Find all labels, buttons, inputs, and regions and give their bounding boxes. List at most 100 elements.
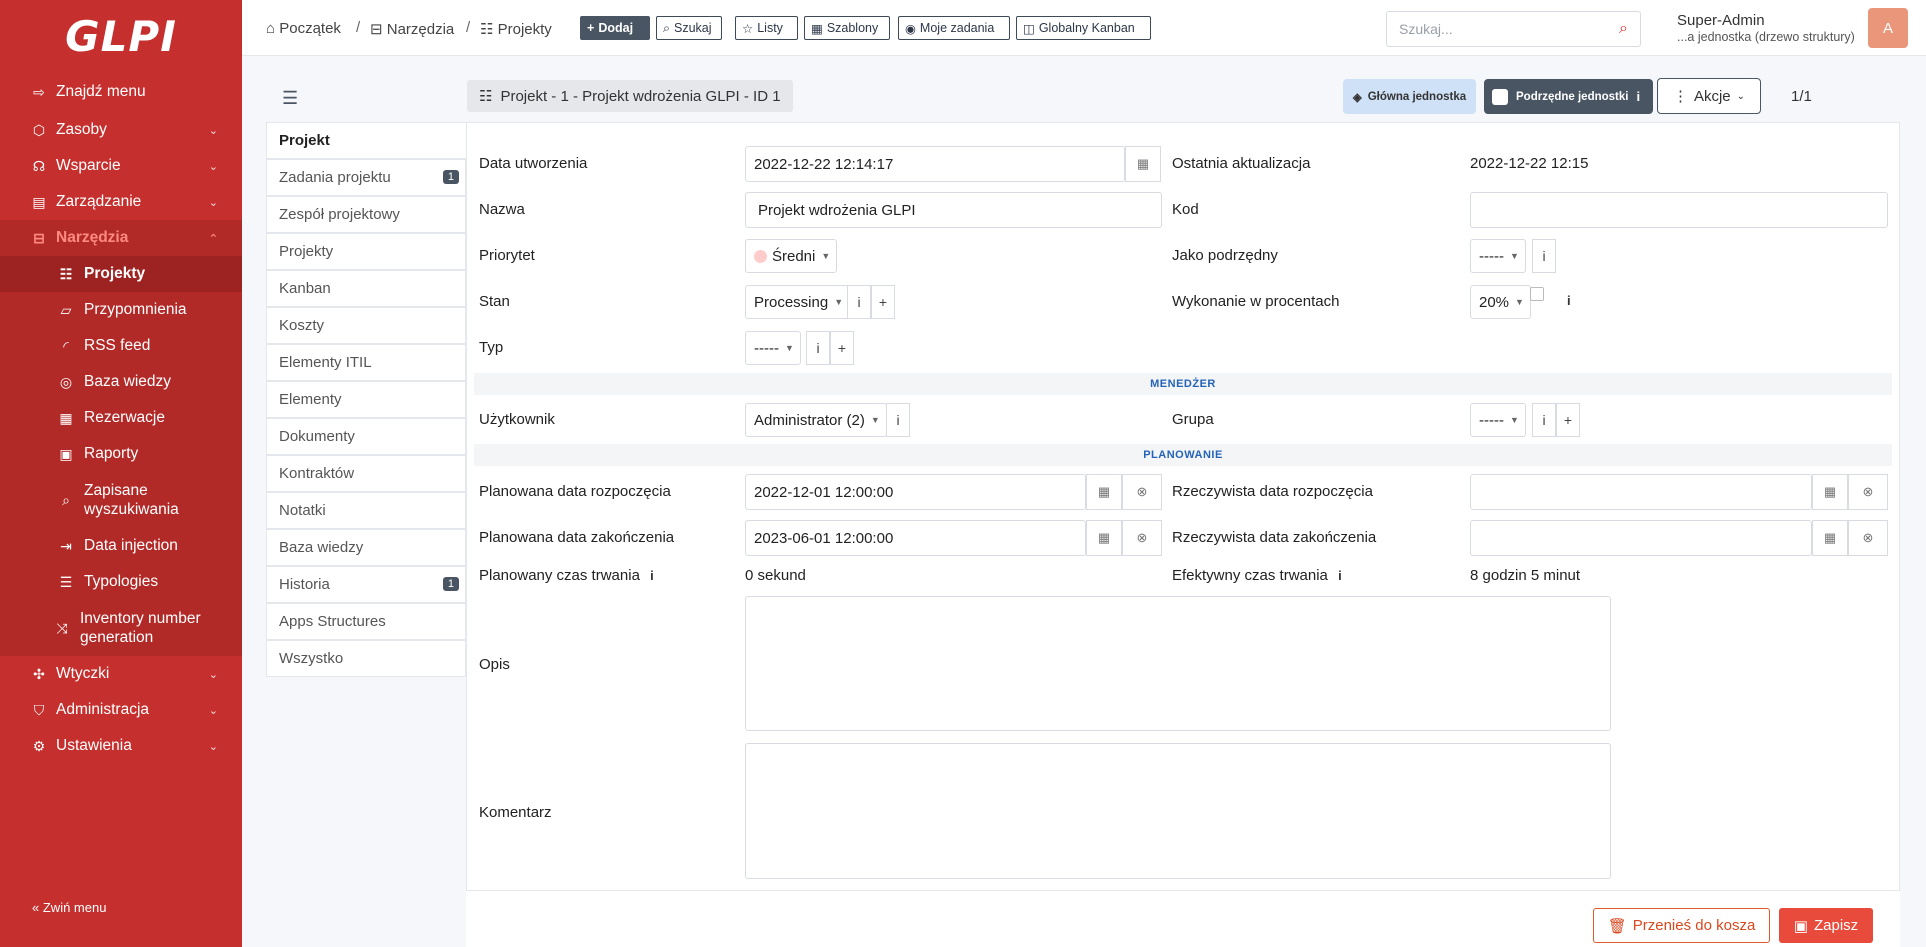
calendar-icon[interactable]: ▦	[1086, 520, 1122, 556]
creation-date-field[interactable]: 2022-12-22 12:14:17	[745, 146, 1125, 182]
tab-elements[interactable]: Elementy	[266, 381, 466, 418]
real-end-input[interactable]	[1470, 520, 1812, 556]
sidebar-subitem-saved-searches[interactable]: ⌕ Zapisane wyszukiwania	[0, 472, 242, 528]
tab-contracts[interactable]: Kontraktów	[266, 455, 466, 492]
code-input[interactable]	[1470, 192, 1888, 228]
state-select[interactable]: Processing ▼	[745, 285, 851, 319]
tab-notes[interactable]: Notatki	[266, 492, 466, 529]
info-icon[interactable]: i	[1532, 239, 1556, 273]
main-entity-button[interactable]: ◈ Główna jednostka	[1343, 79, 1476, 114]
sidebar-subitem-knowledge-base[interactable]: ◎ Baza wiedzy	[0, 364, 242, 400]
tab-kanban[interactable]: Kanban	[266, 270, 466, 307]
my-tasks-button[interactable]: ◉ Moje zadania	[898, 16, 1010, 40]
info-icon[interactable]: i	[1567, 293, 1571, 308]
calendar-icon[interactable]: ▦	[1812, 474, 1848, 510]
user-entity[interactable]: ...a jednostka (drzewo struktury)	[1677, 30, 1855, 44]
calendar-icon[interactable]: ▦	[1812, 520, 1848, 556]
clear-icon[interactable]: ⊗	[1848, 520, 1888, 556]
comment-textarea[interactable]	[745, 743, 1611, 879]
sidebar-item-support[interactable]: ☊ Wsparcie ⌄	[0, 148, 242, 184]
sub-entities-toggle[interactable]: Podrzędne jednostki i	[1484, 79, 1653, 114]
sidebar-item-management[interactable]: ▤ Zarządzanie ⌄	[0, 184, 242, 220]
info-icon[interactable]: i	[1338, 568, 1342, 583]
tab-projects[interactable]: Projekty	[266, 233, 466, 270]
breadcrumb-tools[interactable]: ⊟ Narzędzia	[370, 20, 454, 38]
calendar-icon[interactable]: ▦	[1125, 146, 1161, 182]
group-select[interactable]: ----- ▼	[1470, 403, 1526, 437]
move-to-trash-button[interactable]: 🗑 Przenieś do kosza	[1593, 908, 1770, 943]
description-textarea[interactable]	[745, 596, 1611, 731]
lists-button[interactable]: ☆ Listy	[735, 16, 798, 40]
sidebar-item-assets[interactable]: ⬡ Zasoby ⌄	[0, 112, 242, 148]
search-button[interactable]: ⌕ Szukaj	[656, 16, 722, 40]
auto-percent-checkbox[interactable]	[1530, 287, 1544, 301]
templates-button[interactable]: ▦ Szablony	[804, 16, 890, 40]
project-icon: ☷	[479, 88, 493, 105]
sidebar-item-settings[interactable]: ⚙ Ustawienia ⌄	[0, 728, 242, 764]
sub-entities-checkbox[interactable]	[1492, 88, 1508, 105]
sidebar-item-tools[interactable]: ⊟ Narzędzia ⌃	[0, 220, 242, 256]
type-label: Typ	[479, 339, 504, 356]
sidebar-subitem-inventory-number[interactable]: ⤨ Inventory number generation	[0, 600, 242, 656]
priority-select[interactable]: Średni ▼	[745, 239, 838, 273]
global-search-input[interactable]: Szukaj... ⌕	[1386, 11, 1641, 47]
tab-project[interactable]: Projekt	[266, 122, 468, 159]
user-name[interactable]: Super-Admin	[1677, 12, 1765, 29]
tab-itil-elements[interactable]: Elementy ITIL	[266, 344, 466, 381]
add-type-plus-icon[interactable]: +	[830, 331, 854, 365]
search-icon[interactable]: ⌕	[1619, 20, 1628, 38]
name-input[interactable]: Projekt wdrożenia GLPI	[745, 192, 1162, 228]
tab-costs[interactable]: Koszty	[266, 307, 466, 344]
eye-icon: ◉	[905, 21, 916, 36]
plan-end-input[interactable]: 2023-06-01 12:00:00	[745, 520, 1086, 556]
sidebar-subitem-rss[interactable]: ◜ RSS feed	[0, 328, 242, 364]
real-start-input[interactable]	[1470, 474, 1812, 510]
sidebar-item-find-menu[interactable]: ⇨ Znajdź menu	[0, 74, 242, 110]
sidebar-subitem-reminders[interactable]: ▱ Przypomnienia	[0, 292, 242, 328]
sidebar-subitem-reports[interactable]: ▣ Raporty	[0, 436, 242, 472]
clear-icon[interactable]: ⊗	[1122, 474, 1162, 510]
sidebar-subitem-reservations[interactable]: ▦ Rezerwacje	[0, 400, 242, 436]
user-select[interactable]: Administrator (2) ▼	[745, 403, 887, 437]
chevron-down-icon: ⌄	[208, 668, 218, 681]
list-view-icon[interactable]: ☰	[282, 88, 298, 109]
project-icon: ☷	[59, 265, 73, 282]
sidebar-subitem-data-injection[interactable]: ⇥ Data injection	[0, 528, 242, 564]
collapse-menu-button[interactable]: « Zwiń menu	[32, 900, 106, 915]
clear-icon[interactable]: ⊗	[1848, 474, 1888, 510]
avatar[interactable]: A	[1868, 8, 1908, 48]
tab-history[interactable]: Historia 1	[266, 566, 466, 603]
plan-start-input[interactable]: 2022-12-01 12:00:00	[745, 474, 1086, 510]
glpi-logo[interactable]: GLPI	[0, 12, 242, 62]
add-group-plus-icon[interactable]: +	[1556, 403, 1580, 437]
sidebar-subitem-projects[interactable]: ☷ Projekty	[0, 256, 242, 292]
info-icon[interactable]: i	[886, 403, 910, 437]
tab-all[interactable]: Wszystko	[266, 640, 466, 677]
type-select[interactable]: ----- ▼	[745, 331, 801, 365]
save-button[interactable]: ▣ Zapisz	[1779, 908, 1873, 943]
calendar-icon[interactable]: ▦	[1086, 474, 1122, 510]
templates-label: Szablony	[826, 21, 879, 35]
info-icon[interactable]: i	[650, 568, 654, 583]
add-state-plus-icon[interactable]: +	[871, 285, 895, 319]
info-icon[interactable]: i	[806, 331, 830, 365]
sidebar-item-plugins[interactable]: ✣ Wtyczki ⌄	[0, 656, 242, 692]
tab-project-tasks[interactable]: Zadania projektu 1	[266, 159, 466, 196]
sidebar-item-administration[interactable]: ⛉ Administracja ⌄	[0, 692, 242, 728]
info-icon[interactable]: i	[847, 285, 871, 319]
sidebar-subitem-typologies[interactable]: ☰ Typologies	[0, 564, 242, 600]
tab-knowledge-base[interactable]: Baza wiedzy	[266, 529, 466, 566]
as-child-select[interactable]: ----- ▼	[1470, 239, 1526, 273]
breadcrumb-home[interactable]: ⌂ Początek	[266, 20, 341, 37]
actions-button[interactable]: ⋮ Akcje ⌄	[1657, 78, 1761, 114]
tab-apps-structures[interactable]: Apps Structures	[266, 603, 466, 640]
global-kanban-button[interactable]: ◫ Globalny Kanban	[1016, 16, 1151, 40]
clear-icon[interactable]: ⊗	[1122, 520, 1162, 556]
percent-done-select[interactable]: 20% ▼	[1470, 285, 1531, 319]
add-button[interactable]: + Dodaj	[580, 16, 650, 40]
breadcrumb-projects[interactable]: ☷ Projekty	[480, 20, 552, 38]
tab-documents[interactable]: Dokumenty	[266, 418, 466, 455]
tab-project-team[interactable]: Zespół projektowy	[266, 196, 466, 233]
info-icon[interactable]: i	[1636, 89, 1640, 104]
info-icon[interactable]: i	[1532, 403, 1556, 437]
